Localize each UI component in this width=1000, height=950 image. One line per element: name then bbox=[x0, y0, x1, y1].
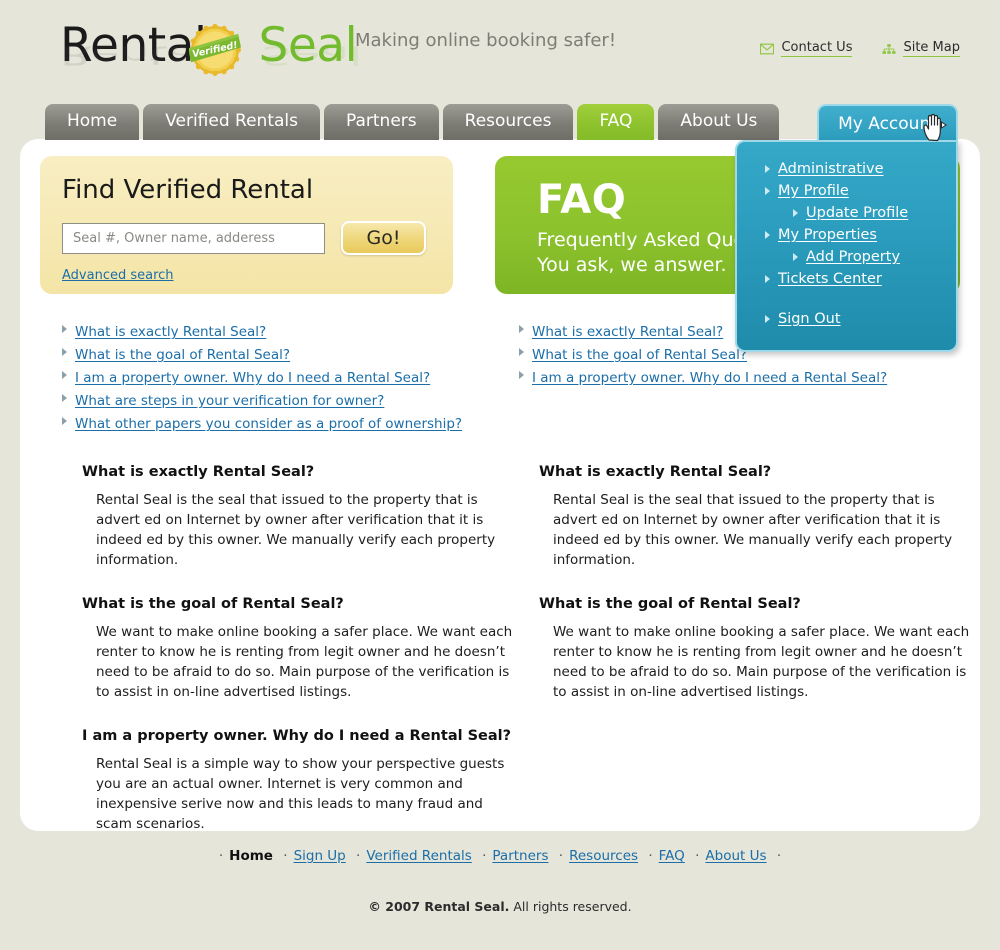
bullet-triangle-icon bbox=[765, 187, 770, 195]
article-section: What is the goal of Rental Seal? We want… bbox=[82, 596, 522, 702]
account-menu-item-update-profile[interactable]: Update Profile bbox=[737, 202, 956, 224]
article-body: Rental Seal is the seal that issued to t… bbox=[96, 492, 496, 568]
question-link[interactable]: What is exactly Rental Seal? bbox=[62, 324, 502, 340]
question-link[interactable]: What is the goal of Rental Seal? bbox=[62, 347, 502, 363]
search-row: Go! bbox=[62, 221, 431, 255]
envelope-icon bbox=[760, 43, 775, 54]
article-column-right: What is exactly Rental Seal? Rental Seal… bbox=[539, 464, 979, 728]
account-menu-item-tickets-center[interactable]: Tickets Center bbox=[737, 268, 956, 290]
bullet-triangle-icon bbox=[765, 165, 770, 173]
nav-tab-about-us[interactable]: About Us bbox=[658, 104, 780, 140]
article-section: What is exactly Rental Seal? Rental Seal… bbox=[82, 464, 522, 570]
question-link[interactable]: I am a property owner. Why do I need a R… bbox=[62, 370, 502, 386]
footer-link-faq[interactable]: FAQ bbox=[659, 848, 685, 864]
search-input[interactable] bbox=[62, 222, 325, 254]
article-heading: What is the goal of Rental Seal? bbox=[539, 596, 801, 612]
footer-link-about-us[interactable]: About Us bbox=[705, 848, 766, 864]
nav-tab-verified-rentals[interactable]: Verified Rentals bbox=[143, 104, 320, 140]
my-account-dropdown: Administrative My Profile Update Profile… bbox=[735, 140, 958, 352]
article-section: I am a property owner. Why do I need a R… bbox=[82, 728, 522, 834]
nav-tab-faq[interactable]: FAQ bbox=[577, 104, 655, 140]
search-go-button[interactable]: Go! bbox=[341, 221, 426, 255]
bullet-triangle-icon bbox=[793, 253, 798, 261]
account-menu-label: Sign Out bbox=[778, 311, 841, 327]
article-heading: What is exactly Rental Seal? bbox=[539, 464, 772, 480]
find-verified-rental-panel: Find Verified Rental Go! Advanced search bbox=[40, 156, 453, 294]
account-menu-item-administrative[interactable]: Administrative bbox=[737, 158, 956, 180]
bullet-triangle-icon bbox=[519, 325, 524, 333]
account-menu-label: Add Property bbox=[806, 249, 901, 265]
account-menu-item-my-properties[interactable]: My Properties bbox=[737, 224, 956, 246]
footer-link-resources[interactable]: Resources bbox=[569, 848, 638, 864]
account-menu-item-sign-out[interactable]: Sign Out bbox=[737, 308, 956, 330]
footer-separator: · bbox=[776, 848, 782, 864]
article-heading: What is exactly Rental Seal? bbox=[82, 464, 315, 480]
article-body: Rental Seal is the seal that issued to t… bbox=[553, 492, 953, 568]
account-menu-label: My Properties bbox=[778, 227, 877, 243]
account-menu-item-add-property[interactable]: Add Property bbox=[737, 246, 956, 268]
page-header: Rental Seal Rental Seal Verified! Making… bbox=[0, 0, 1000, 100]
logo-text-rental: Rental bbox=[60, 18, 207, 73]
bullet-triangle-icon bbox=[519, 348, 524, 356]
question-link[interactable]: I am a property owner. Why do I need a R… bbox=[519, 370, 959, 386]
article-heading: What is the goal of Rental Seal? bbox=[82, 596, 344, 612]
bullet-triangle-icon bbox=[765, 231, 770, 239]
nav-tab-resources[interactable]: Resources bbox=[442, 104, 574, 140]
contact-us-label: Contact Us bbox=[781, 40, 853, 57]
article-body: Rental Seal is a simple way to show your… bbox=[96, 756, 505, 832]
account-menu-label: Tickets Center bbox=[778, 271, 882, 287]
bullet-triangle-icon bbox=[765, 275, 770, 283]
article-column-left: What is exactly Rental Seal? Rental Seal… bbox=[82, 464, 522, 860]
nav-tab-partners[interactable]: Partners bbox=[324, 104, 439, 140]
article-heading: I am a property owner. Why do I need a R… bbox=[82, 728, 512, 744]
bullet-triangle-icon bbox=[519, 371, 524, 379]
footer-separator: · bbox=[695, 848, 700, 864]
bullet-triangle-icon bbox=[62, 417, 67, 425]
copyright-rest: All rights reserved. bbox=[509, 899, 632, 914]
question-link[interactable]: What are steps in your verification for … bbox=[62, 393, 502, 409]
question-list-left: What is exactly Rental Seal? What is the… bbox=[62, 324, 502, 439]
header-utility-links: Contact Us Site Map bbox=[760, 40, 960, 57]
bullet-triangle-icon bbox=[62, 348, 67, 356]
search-panel-title: Find Verified Rental bbox=[62, 175, 314, 205]
account-menu-label: My Profile bbox=[778, 183, 849, 199]
footer-separator: · bbox=[558, 848, 564, 864]
copyright-notice: © 2007 Rental Seal. All rights reserved. bbox=[0, 899, 1000, 914]
my-account-tab[interactable]: My Account bbox=[817, 104, 958, 142]
verified-seal-icon: Verified! bbox=[189, 24, 241, 76]
account-menu-label: Administrative bbox=[778, 161, 884, 177]
question-link[interactable]: What other papers you consider as a proo… bbox=[62, 416, 502, 432]
bullet-triangle-icon bbox=[793, 209, 798, 217]
footer-separator: · bbox=[648, 848, 653, 864]
sitemap-icon bbox=[882, 43, 897, 54]
site-map-link[interactable]: Site Map bbox=[882, 40, 960, 57]
site-map-label: Site Map bbox=[903, 40, 960, 57]
site-tagline: Making online booking safer! bbox=[355, 30, 617, 51]
bullet-triangle-icon bbox=[765, 315, 770, 323]
article-section: What is exactly Rental Seal? Rental Seal… bbox=[539, 464, 979, 570]
account-menu-label: Update Profile bbox=[806, 205, 909, 221]
bullet-triangle-icon bbox=[62, 394, 67, 402]
account-menu-item-my-profile[interactable]: My Profile bbox=[737, 180, 956, 202]
nav-tab-home[interactable]: Home bbox=[45, 104, 140, 140]
logo-text-seal: Seal bbox=[258, 18, 358, 73]
copyright-bold: © 2007 Rental Seal. bbox=[368, 899, 510, 914]
bullet-triangle-icon bbox=[62, 371, 67, 379]
site-logo[interactable]: Rental Seal Rental Seal Verified! bbox=[60, 18, 362, 88]
advanced-search-link[interactable]: Advanced search bbox=[62, 268, 174, 283]
bullet-triangle-icon bbox=[62, 325, 67, 333]
contact-us-link[interactable]: Contact Us bbox=[760, 40, 853, 57]
article-body: We want to make online booking a safer p… bbox=[553, 624, 970, 700]
article-body: We want to make online booking a safer p… bbox=[96, 624, 513, 700]
article-section: What is the goal of Rental Seal? We want… bbox=[539, 596, 979, 702]
